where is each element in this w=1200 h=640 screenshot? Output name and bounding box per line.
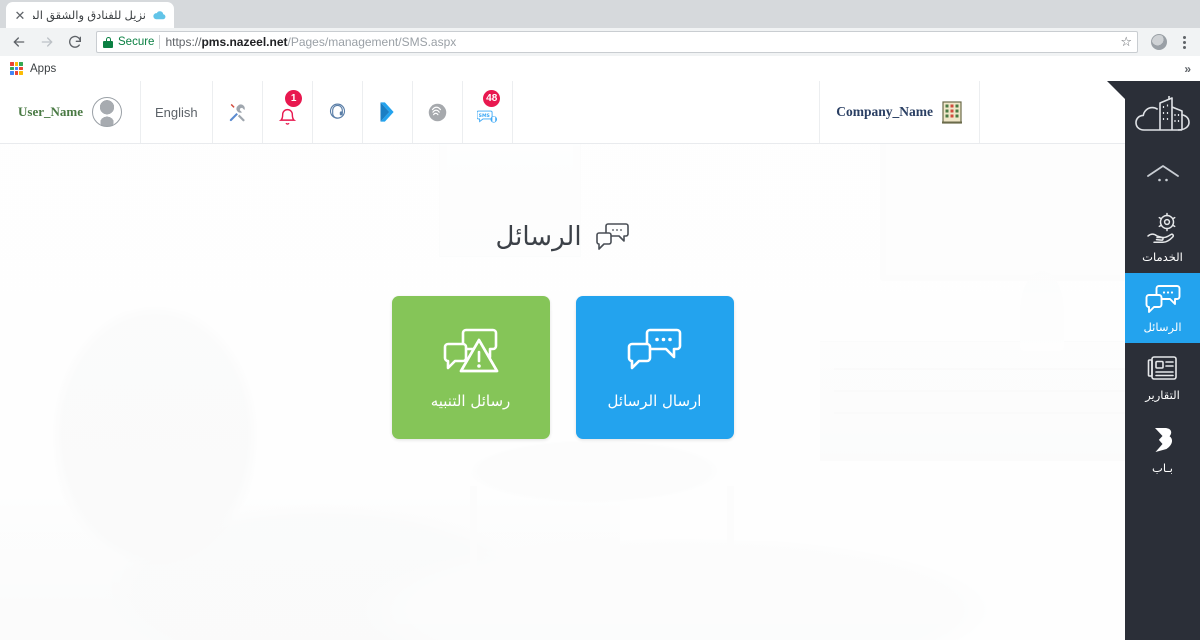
apps-label: Apps (30, 62, 57, 75)
toolbar-right-actions (1146, 29, 1194, 55)
url-scheme: https:// (165, 35, 202, 49)
bell-icon (278, 108, 296, 125)
notification-badge: 1 (285, 90, 303, 107)
url-host: pms.nazeel.net (201, 35, 288, 49)
sidebar-item-label: التقارير (1145, 388, 1180, 402)
tab-strip: نزيل للفنادق والشقق المفر ✕ (0, 0, 1200, 28)
tile-label: رسائل التنبيه (430, 391, 511, 410)
tile-label: ارسال الرسائل (607, 391, 702, 410)
reports-document-icon (1147, 354, 1179, 382)
bookmarks-bar: Apps » (0, 56, 1200, 82)
kebab-menu-icon[interactable] (1175, 32, 1194, 53)
browser-tab[interactable]: نزيل للفنادق والشقق المفر ✕ (6, 2, 174, 28)
arrow-left-icon[interactable] (6, 29, 32, 55)
appbar-spacer (513, 81, 821, 143)
app-top-bar: User_Name English 1 48 SMS Company_Name (0, 81, 1125, 144)
star-icon[interactable]: ☆ (1120, 34, 1132, 50)
page-title: الرسائل (495, 222, 629, 252)
signal-circle-icon[interactable] (413, 81, 463, 143)
company-name-label: Company_Name (836, 104, 933, 119)
building-icon (941, 100, 963, 124)
nazeel-cloud-building-logo[interactable] (1125, 81, 1200, 149)
chat-bubbles-icon (595, 222, 630, 252)
bookmarks-overflow-button[interactable]: » (1184, 62, 1191, 76)
main-content: الرسائل ارسال الرسائل رسائل التنبيه (0, 144, 1125, 640)
svg-text:SMS: SMS (478, 113, 489, 119)
sms-messages-icon[interactable]: 48 SMS (463, 81, 513, 143)
notifications-bell[interactable]: 1 (263, 81, 313, 143)
right-sidebar: الخدمات الرسائل التقارير بـاب (1125, 81, 1200, 640)
reload-icon[interactable] (62, 29, 88, 55)
user-avatar-icon (91, 97, 122, 127)
sidebar-item-messages[interactable]: الرسائل (1125, 273, 1200, 343)
sidebar-item-bab[interactable]: بـاب (1125, 411, 1200, 484)
bab-logo-icon (1148, 425, 1178, 455)
sidebar-item-label: الخدمات (1142, 250, 1183, 264)
tile-grid: ارسال الرسائل رسائل التنبيه (391, 296, 734, 439)
sms-badge: 48 (483, 90, 501, 107)
browser-toolbar: Secure https://pms.nazeel.net/Pages/mana… (0, 28, 1200, 56)
tile-alert-messages[interactable]: رسائل التنبيه (391, 296, 550, 439)
tab-title: نزيل للفنادق والشقق المفر (33, 10, 146, 22)
arrow-right-icon (34, 29, 60, 55)
language-label: English (154, 104, 198, 120)
apps-shortcut[interactable]: Apps (10, 62, 56, 75)
company-menu[interactable]: Company_Name (820, 81, 980, 143)
sidebar-item-label: الرسائل (1143, 320, 1182, 334)
address-bar[interactable]: Secure https://pms.nazeel.net/Pages/mana… (96, 31, 1138, 53)
user-name-label: User_Name (18, 104, 83, 119)
headset-icon[interactable] (313, 81, 363, 143)
services-hand-gear-icon (1146, 212, 1180, 244)
sidebar-item-home[interactable] (1125, 149, 1200, 201)
close-icon[interactable]: ✕ (13, 8, 27, 22)
tile-send-messages[interactable]: ارسال الرسائل (575, 296, 734, 439)
url-text: https://pms.nazeel.net/Pages/management/… (165, 35, 456, 49)
chat-bubbles-icon (1145, 284, 1181, 314)
page-fold-corner (1107, 81, 1125, 99)
sidebar-item-label: بـاب (1152, 461, 1173, 475)
profile-avatar-icon[interactable] (1146, 29, 1172, 55)
sidebar-item-services[interactable]: الخدمات (1125, 201, 1200, 273)
url-path: /Pages/management/SMS.aspx (287, 35, 457, 49)
appbar-tail (980, 81, 1125, 143)
cloud-icon (152, 8, 167, 23)
page-viewport: User_Name English 1 48 SMS Company_Name … (0, 81, 1200, 640)
tools-icon[interactable] (213, 81, 263, 143)
sidebar-item-reports[interactable]: التقارير (1125, 343, 1200, 411)
lock-icon (103, 36, 113, 48)
home-icon (1146, 163, 1180, 185)
security-label: Secure (118, 36, 155, 48)
user-menu[interactable]: User_Name (0, 81, 141, 143)
omnibox-divider (159, 35, 161, 49)
language-switcher[interactable]: English (141, 81, 213, 143)
browser-window: نزيل للفنادق والشقق المفر ✕ Secure (0, 0, 1200, 640)
chat-alert-icon (442, 326, 500, 376)
page-title-label: الرسائل (495, 222, 582, 252)
nazeel-chevron-icon[interactable] (363, 81, 413, 143)
apps-grid-icon (10, 62, 23, 75)
chat-bubbles-icon (626, 326, 684, 376)
